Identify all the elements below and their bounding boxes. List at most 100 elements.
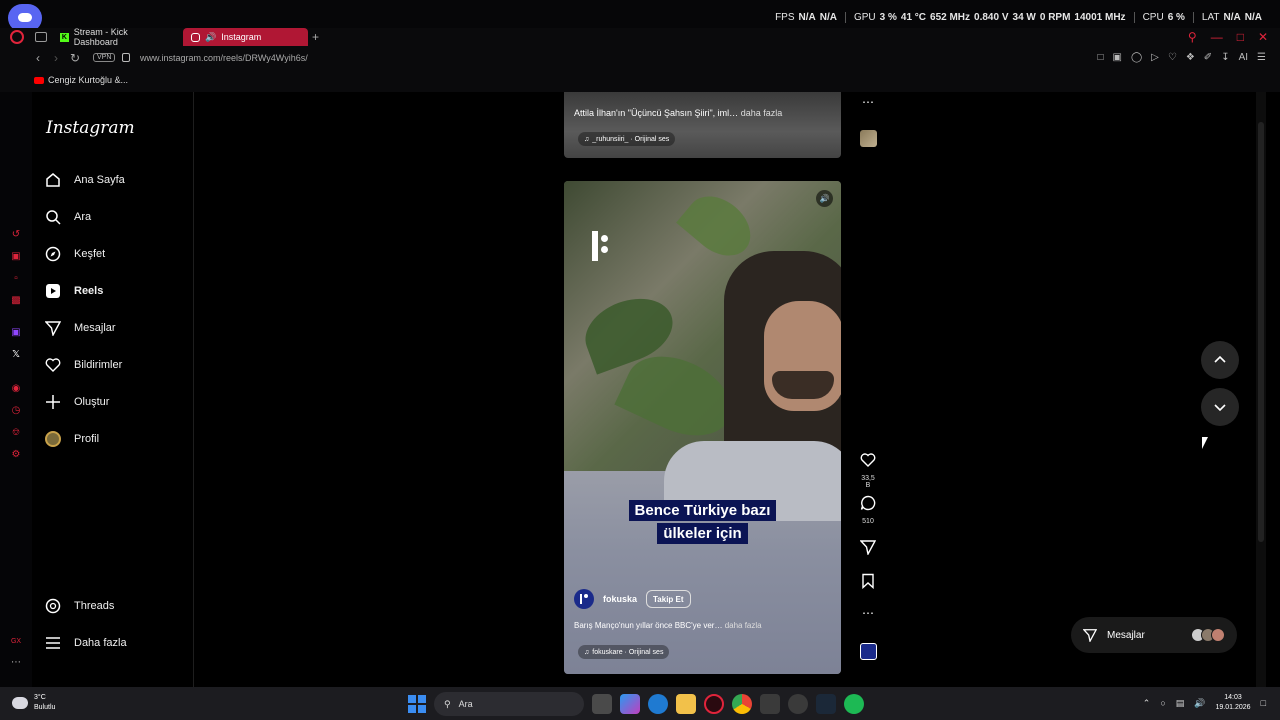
- search-icon: ⚲: [444, 698, 451, 709]
- opera-menu-icon[interactable]: [10, 30, 24, 44]
- follow-button[interactable]: Takip Et: [646, 590, 691, 608]
- nav-notifications[interactable]: Bildirimler: [44, 351, 184, 379]
- settings-icon[interactable]: ⚙: [10, 450, 22, 460]
- opera-gx-icon[interactable]: [704, 694, 724, 714]
- media-icon[interactable]: ▩: [10, 296, 22, 306]
- audio-thumbnail[interactable]: [860, 130, 877, 147]
- snapshot-icon[interactable]: ▣: [1113, 52, 1122, 63]
- nav-label: Mesajlar: [74, 322, 116, 334]
- weather-widget[interactable]: 3°C Bulutlu: [12, 693, 55, 713]
- menu-icon[interactable]: ☰: [1257, 52, 1266, 63]
- gx-icon[interactable]: GX: [10, 637, 22, 647]
- previous-reel[interactable]: Attila İlhan'ın "Üçüncü Şahsın Şiiri", i…: [564, 92, 841, 158]
- more-link[interactable]: daha fazla: [725, 621, 762, 630]
- edge-icon[interactable]: [648, 694, 668, 714]
- nav-profile[interactable]: Profil: [44, 425, 184, 453]
- download-icon[interactable]: ↧: [1221, 52, 1229, 63]
- nav-reels[interactable]: Reels: [44, 277, 184, 305]
- current-reel[interactable]: 🔊 Bence Türkiye bazı ülkeler için fokusk…: [564, 181, 841, 674]
- share-button[interactable]: [858, 539, 878, 560]
- nav-threads[interactable]: Threads: [44, 592, 184, 620]
- bookmark-icon[interactable]: □: [1097, 52, 1103, 63]
- speaker-icon[interactable]: 🔊: [205, 32, 216, 43]
- chevron-up-icon[interactable]: ⌃: [1143, 698, 1151, 709]
- cloud-icon: [12, 697, 28, 709]
- more-options-icon[interactable]: ⋯: [858, 95, 878, 109]
- extensions-icon[interactable]: ❖: [1186, 52, 1195, 63]
- instagram-logo[interactable]: Instagram: [46, 118, 135, 138]
- tab-instagram[interactable]: 🔊 Instagram: [183, 28, 308, 46]
- nav-search[interactable]: Ara: [44, 203, 184, 231]
- copilot-icon[interactable]: [620, 694, 640, 714]
- steam-icon[interactable]: [816, 694, 836, 714]
- comment-button[interactable]: 510: [858, 495, 878, 525]
- audio-pill[interactable]: ♫ _ruhunsiiri_ · Orijinal ses: [578, 132, 676, 146]
- lock-icon[interactable]: [122, 53, 130, 62]
- nav-explore[interactable]: Keşfet: [44, 240, 184, 268]
- microphone-icon[interactable]: ○: [1160, 698, 1165, 708]
- owner-username[interactable]: fokuska: [603, 594, 637, 604]
- puzzle-icon[interactable]: ⎊: [10, 428, 22, 438]
- nav-create[interactable]: Oluştur: [44, 388, 184, 416]
- maximize-button[interactable]: □: [1237, 30, 1244, 44]
- owner-avatar[interactable]: [574, 589, 594, 609]
- more-link[interactable]: daha fazla: [741, 108, 783, 118]
- close-button[interactable]: ✕: [1258, 30, 1268, 44]
- ai-button[interactable]: AI: [1239, 52, 1248, 63]
- lat-label: LAT: [1201, 12, 1220, 23]
- start-icon[interactable]: [408, 695, 426, 713]
- more-options-icon[interactable]: ⋯: [858, 606, 878, 620]
- tab-kick-dashboard[interactable]: K Stream - Kick Dashboard: [52, 27, 180, 47]
- nav-home[interactable]: Ana Sayfa: [44, 166, 184, 194]
- twitch-icon[interactable]: ▣: [10, 328, 22, 338]
- volume-icon[interactable]: 🔊: [816, 190, 833, 207]
- store-icon[interactable]: [760, 694, 780, 714]
- tab-islands-icon[interactable]: [35, 32, 47, 42]
- pin-icon[interactable]: ✐: [1204, 52, 1212, 63]
- history-icon[interactable]: ↺: [10, 230, 22, 240]
- shield-icon[interactable]: ◯: [1131, 52, 1142, 63]
- notification-icon[interactable]: □: [1261, 698, 1266, 708]
- spotify-icon[interactable]: [844, 694, 864, 714]
- scrollbar-thumb[interactable]: [1258, 122, 1264, 542]
- nav-messages[interactable]: Mesajlar: [44, 314, 184, 342]
- taskbar-search[interactable]: ⚲ Ara: [434, 692, 584, 716]
- volume-icon[interactable]: 🔊: [1194, 698, 1205, 709]
- chat-icon[interactable]: ▫: [10, 274, 22, 284]
- fps-label: FPS: [775, 12, 795, 23]
- back-icon[interactable]: ‹: [36, 51, 40, 65]
- forward-icon[interactable]: ›: [54, 51, 58, 65]
- circle-icon[interactable]: ◉: [10, 384, 22, 394]
- next-reel-button[interactable]: [1201, 388, 1239, 426]
- bag-icon[interactable]: ▣: [10, 252, 22, 262]
- heart-icon[interactable]: ♡: [1168, 52, 1177, 63]
- weather-temp: 3°C: [34, 694, 46, 701]
- save-button[interactable]: [858, 573, 878, 594]
- bookmark-item[interactable]: Cengiz Kurtoğlu &...: [34, 75, 128, 85]
- previous-reel-button[interactable]: [1201, 341, 1239, 379]
- audio-pill[interactable]: ♫ fokuskare · Orijinal ses: [578, 645, 670, 659]
- task-view-icon[interactable]: [592, 694, 612, 714]
- nav-label: Profil: [74, 433, 100, 445]
- reload-icon[interactable]: ↻: [70, 51, 80, 65]
- minimize-button[interactable]: —: [1211, 30, 1223, 44]
- x-icon[interactable]: 𝕏: [10, 350, 22, 360]
- vpn-badge[interactable]: VPN: [93, 53, 116, 62]
- like-button[interactable]: 33,5 B: [858, 452, 878, 489]
- github-icon[interactable]: [788, 694, 808, 714]
- explorer-icon[interactable]: [676, 694, 696, 714]
- nav-more[interactable]: Daha fazla: [44, 629, 184, 657]
- url-field[interactable]: www.instagram.com/reels/DRWy4Wyih6s/: [140, 53, 308, 63]
- page-scrollbar[interactable]: [1256, 92, 1266, 687]
- chrome-icon[interactable]: [732, 694, 752, 714]
- network-icon[interactable]: ▤: [1176, 698, 1185, 709]
- search-tabs-icon[interactable]: ⚲: [1188, 30, 1197, 44]
- caption-text: Attila İlhan'ın "Üçüncü Şahsın Şiiri", i…: [574, 108, 739, 118]
- clock-icon[interactable]: ◷: [10, 406, 22, 416]
- audio-thumbnail[interactable]: [860, 643, 877, 660]
- more-icon[interactable]: ⋯: [10, 658, 22, 668]
- new-tab-button[interactable]: +: [312, 30, 319, 44]
- clock[interactable]: 14:03 19.01.2026: [1216, 693, 1251, 713]
- messages-pill[interactable]: Mesajlar: [1071, 617, 1237, 653]
- play-icon[interactable]: ▷: [1151, 52, 1159, 63]
